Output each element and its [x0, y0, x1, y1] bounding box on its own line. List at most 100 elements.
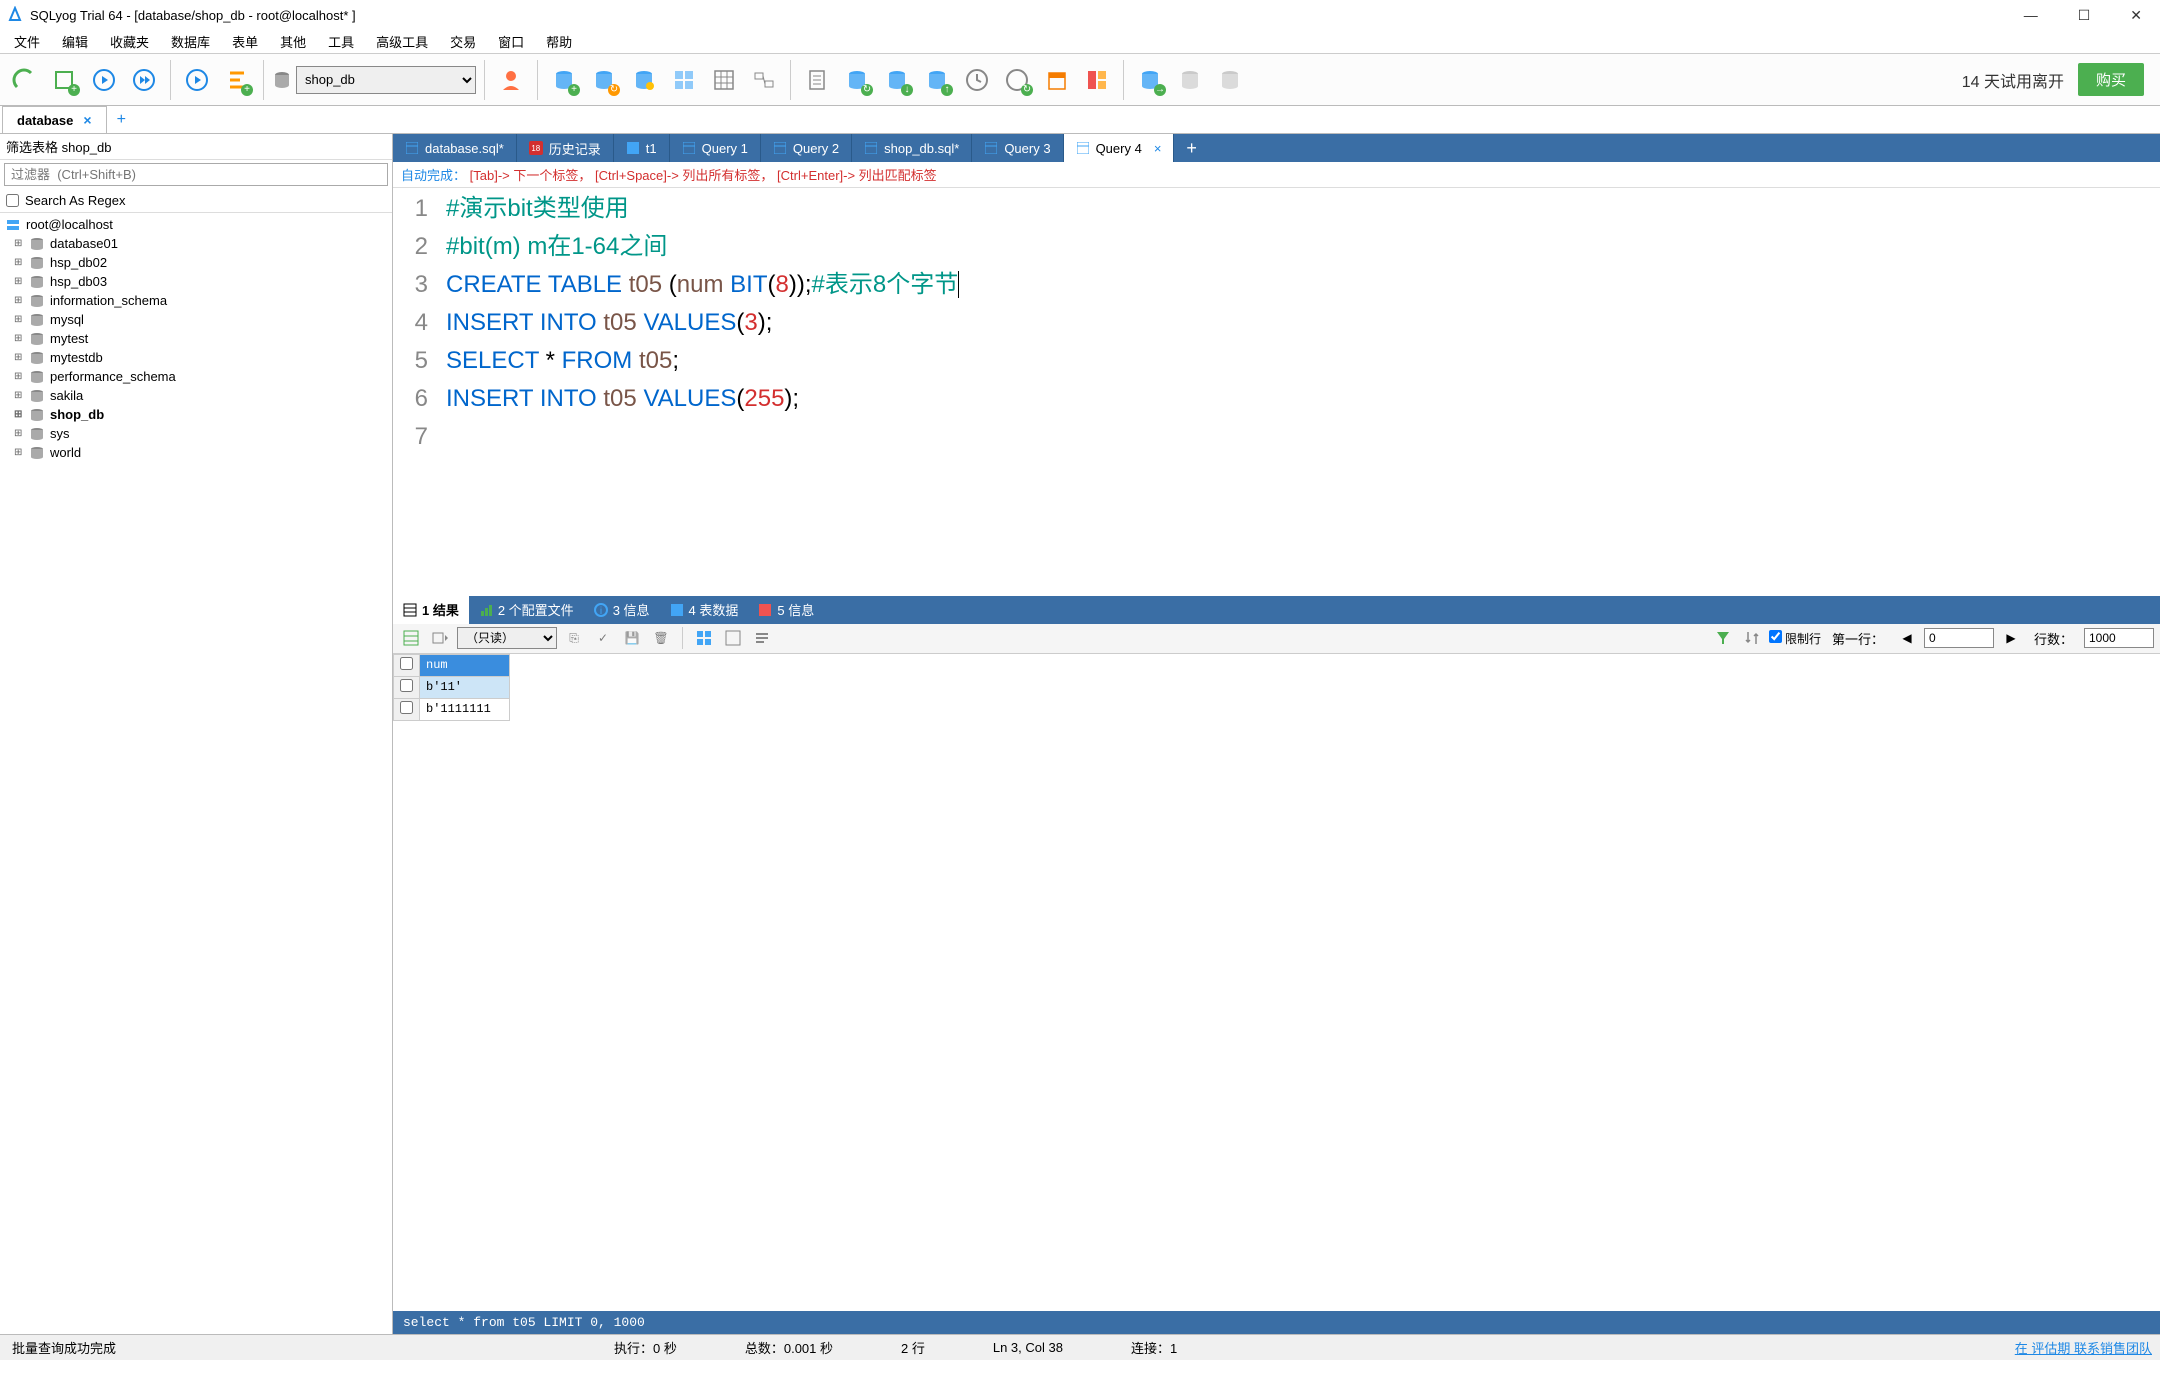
expand-icon[interactable]: ⊞ [14, 257, 26, 268]
cell-value[interactable]: b'11' [420, 676, 510, 698]
tree-db-item[interactable]: ⊞hsp_db03 [0, 272, 392, 291]
tree-db-item[interactable]: ⊞world [0, 443, 392, 462]
schema-button[interactable] [666, 62, 702, 98]
tree-db-item[interactable]: ⊞sakila [0, 386, 392, 405]
rtool2-button[interactable]: ✓ [591, 626, 615, 650]
format-button[interactable]: + [219, 62, 255, 98]
expand-icon[interactable]: ⊞ [14, 352, 26, 363]
query-tab[interactable]: shop_db.sql* [852, 134, 972, 162]
database-select[interactable]: shop_db [296, 66, 476, 94]
expand-icon[interactable]: ⊞ [14, 238, 26, 249]
dropdown-button[interactable] [428, 626, 452, 650]
query-tab[interactable]: t1 [614, 134, 670, 162]
column-header[interactable]: num [420, 654, 510, 676]
tree-db-item[interactable]: ⊞hsp_db02 [0, 253, 392, 272]
db-refresh-button[interactable]: ↻ [839, 62, 875, 98]
menu-item[interactable]: 窗口 [488, 30, 534, 53]
tree-root[interactable]: root@localhost [0, 215, 392, 234]
search-regex-checkbox[interactable]: Search As Regex [0, 189, 392, 213]
menu-item[interactable]: 文件 [4, 30, 50, 53]
result-tab[interactable]: 1 结果 [393, 596, 469, 624]
query-tab[interactable]: database.sql* [393, 134, 517, 162]
db-tool3-button[interactable] [1212, 62, 1248, 98]
db-tool2-button[interactable] [1172, 62, 1208, 98]
new-connection-button[interactable] [6, 62, 42, 98]
query-tab[interactable]: Query 4× [1064, 134, 1175, 162]
layout-button[interactable] [1079, 62, 1115, 98]
query-tab[interactable]: 18历史记录 [517, 134, 614, 162]
view-form-button[interactable] [721, 626, 745, 650]
new-query-button[interactable]: + [46, 62, 82, 98]
close-icon[interactable]: × [83, 112, 91, 128]
rtool3-button[interactable]: 💾 [620, 626, 644, 650]
expand-icon[interactable]: ⊞ [14, 333, 26, 344]
close-button[interactable]: ✕ [2130, 7, 2142, 24]
export-button[interactable] [799, 62, 835, 98]
menu-item[interactable]: 其他 [270, 30, 316, 53]
menu-item[interactable]: 编辑 [52, 30, 98, 53]
query-tab[interactable]: Query 2 [761, 134, 852, 162]
first-next-button[interactable]: ▶ [1999, 626, 2023, 650]
menu-item[interactable]: 交易 [440, 30, 486, 53]
expand-icon[interactable]: ⊞ [14, 276, 26, 287]
code-area[interactable]: #演示bit类型使用#bit(m) m在1-64之间CREATE TABLE t… [438, 188, 2160, 596]
tree-db-item[interactable]: ⊞mysql [0, 310, 392, 329]
connection-tab[interactable]: database × [2, 106, 107, 133]
expand-icon[interactable]: ⊞ [14, 314, 26, 325]
first-prev-button[interactable]: ◀ [1895, 626, 1919, 650]
execute-button[interactable] [86, 62, 122, 98]
menu-item[interactable]: 帮助 [536, 30, 582, 53]
sort-button[interactable] [1740, 626, 1764, 650]
view-grid-button[interactable] [692, 626, 716, 650]
expand-icon[interactable]: ⊞ [14, 371, 26, 382]
menu-item[interactable]: 收藏夹 [100, 30, 159, 53]
view-text-button[interactable] [750, 626, 774, 650]
expand-icon[interactable]: ⊞ [14, 409, 26, 420]
tree-db-item[interactable]: ⊞mytest [0, 329, 392, 348]
sql-editor[interactable]: 1234567 #演示bit类型使用#bit(m) m在1-64之间CREATE… [393, 188, 2160, 596]
table-row[interactable]: b'1111111 [394, 698, 510, 720]
status-link[interactable]: 在 评估期 联系销售团队 [2015, 1338, 2152, 1357]
calendar-button[interactable] [1039, 62, 1075, 98]
expand-icon[interactable]: ⊞ [14, 295, 26, 306]
execute-all-button[interactable] [126, 62, 162, 98]
row-checkbox[interactable] [394, 698, 420, 720]
user-manager-button[interactable] [493, 62, 529, 98]
cell-value[interactable]: b'1111111 [420, 698, 510, 720]
buy-button[interactable]: 购买 [2078, 63, 2144, 96]
maximize-button[interactable]: ☐ [2078, 7, 2091, 24]
limit-checkbox[interactable]: 限制行 [1769, 630, 1821, 647]
new-query-tab-button[interactable]: + [1174, 138, 1209, 159]
tree-db-item[interactable]: ⊞shop_db [0, 405, 392, 424]
result-grid[interactable]: numb'11'b'1111111 [393, 654, 2160, 1311]
table-row[interactable]: b'11' [394, 676, 510, 698]
checkbox-header[interactable] [394, 654, 420, 676]
result-tab[interactable]: 4 表数据 [660, 596, 749, 624]
tree-db-item[interactable]: ⊞sys [0, 424, 392, 443]
menu-item[interactable]: 数据库 [161, 30, 220, 53]
query-tab[interactable]: Query 3 [972, 134, 1063, 162]
filter-button[interactable] [1711, 626, 1735, 650]
row-checkbox[interactable] [394, 676, 420, 698]
tree-db-item[interactable]: ⊞information_schema [0, 291, 392, 310]
refresh-button[interactable]: ↻ [999, 62, 1035, 98]
tree-db-item[interactable]: ⊞mytestdb [0, 348, 392, 367]
result-tab[interactable]: 2 个配置文件 [469, 596, 584, 624]
menu-item[interactable]: 表单 [222, 30, 268, 53]
db-down-button[interactable]: ↓ [879, 62, 915, 98]
rtool1-button[interactable]: ⎘ [562, 626, 586, 650]
menu-item[interactable]: 高级工具 [366, 30, 438, 53]
first-row-input[interactable] [1924, 628, 1994, 648]
new-connection-tab-button[interactable]: + [107, 107, 136, 133]
history-button[interactable] [959, 62, 995, 98]
regex-checkbox-input[interactable] [6, 194, 19, 207]
db-sync-button[interactable]: ↻ [586, 62, 622, 98]
db-create-button[interactable]: + [546, 62, 582, 98]
readonly-select[interactable]: （只读） [457, 627, 557, 649]
query-tab[interactable]: Query 1 [670, 134, 761, 162]
db-compare-button[interactable] [626, 62, 662, 98]
result-tab[interactable]: i3 信息 [584, 596, 660, 624]
result-tab[interactable]: 5 信息 [748, 596, 824, 624]
menu-item[interactable]: 工具 [318, 30, 364, 53]
expand-icon[interactable]: ⊞ [14, 390, 26, 401]
